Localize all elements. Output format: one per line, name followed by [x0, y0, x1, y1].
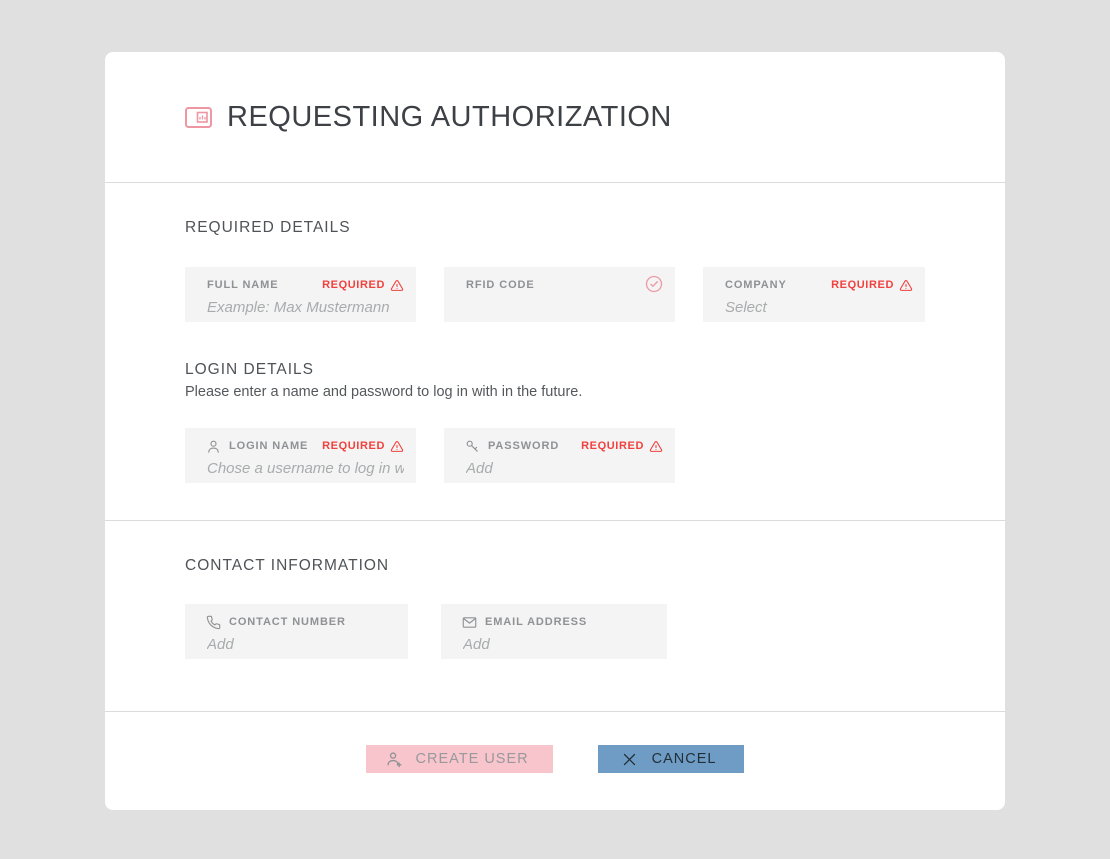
company-field[interactable]: COMPANY REQUIRED: [703, 267, 925, 322]
check-circle-icon: [645, 275, 663, 293]
warning-triangle-icon: [649, 440, 663, 452]
login-name-input[interactable]: [207, 460, 404, 477]
login-details-fields: LOGIN NAME REQUIRED PASSWORD REQUIRED: [185, 428, 925, 483]
section-required-login: REQUIRED DETAILS FULL NAME REQUIRED RFID…: [105, 183, 1005, 521]
required-details-heading: REQUIRED DETAILS: [185, 219, 351, 236]
contact-number-field[interactable]: CONTACT NUMBER: [185, 604, 408, 659]
user-plus-icon: [387, 751, 402, 767]
login-name-required-badge: REQUIRED: [322, 440, 404, 453]
warning-triangle-icon: [899, 279, 913, 291]
company-select[interactable]: [725, 299, 913, 316]
user-icon: [208, 440, 219, 453]
company-label: COMPANY: [725, 279, 787, 291]
mail-icon: [462, 616, 477, 628]
section-contact-information: CONTACT INFORMATION CONTACT NUMBER EMAIL…: [105, 521, 1005, 712]
email-address-label: EMAIL ADDRESS: [485, 616, 588, 628]
login-details-description: Please enter a name and password to log …: [185, 384, 583, 400]
rfid-code-input[interactable]: [466, 299, 663, 316]
login-name-field[interactable]: LOGIN NAME REQUIRED: [185, 428, 416, 483]
login-name-label: LOGIN NAME: [229, 440, 309, 452]
rfid-code-label: RFID CODE: [466, 279, 535, 291]
warning-triangle-icon: [390, 279, 404, 291]
requesting-authorization-dialog: REQUESTING AUTHORIZATION REQUIRED DETAIL…: [105, 52, 1005, 810]
dialog-header: REQUESTING AUTHORIZATION: [105, 52, 1005, 183]
rfid-code-field[interactable]: RFID CODE: [444, 267, 675, 322]
password-field[interactable]: PASSWORD REQUIRED: [444, 428, 675, 483]
full-name-required-badge: REQUIRED: [322, 279, 404, 292]
full-name-label: FULL NAME: [207, 279, 279, 291]
email-address-field[interactable]: EMAIL ADDRESS: [441, 604, 667, 659]
key-icon: [466, 440, 478, 452]
required-details-fields: FULL NAME REQUIRED RFID CODE COMPANY: [185, 267, 925, 322]
x-icon: [623, 753, 635, 765]
warning-triangle-icon: [390, 440, 404, 452]
password-label: PASSWORD: [488, 440, 560, 452]
full-name-field[interactable]: FULL NAME REQUIRED: [185, 267, 416, 322]
contact-number-label: CONTACT NUMBER: [229, 616, 346, 628]
login-details-heading: LOGIN DETAILS: [185, 361, 314, 378]
password-input[interactable]: [466, 460, 663, 477]
contact-information-heading: CONTACT INFORMATION: [185, 557, 390, 574]
id-card-icon: [185, 106, 212, 128]
contact-information-fields: CONTACT NUMBER EMAIL ADDRESS: [185, 604, 925, 659]
contact-number-input[interactable]: [207, 636, 396, 653]
dialog-footer: CREATE USER CANCEL: [105, 712, 1005, 819]
full-name-input[interactable]: [207, 299, 404, 316]
email-address-input[interactable]: [463, 636, 655, 653]
cancel-label: CANCEL: [651, 751, 717, 767]
create-user-label: CREATE USER: [415, 751, 529, 767]
create-user-button[interactable]: CREATE USER: [365, 745, 553, 773]
cancel-button[interactable]: CANCEL: [597, 745, 745, 773]
page-title: REQUESTING AUTHORIZATION: [227, 100, 672, 133]
password-required-badge: REQUIRED: [581, 440, 663, 453]
phone-icon: [206, 615, 221, 629]
company-required-badge: REQUIRED: [831, 279, 913, 292]
